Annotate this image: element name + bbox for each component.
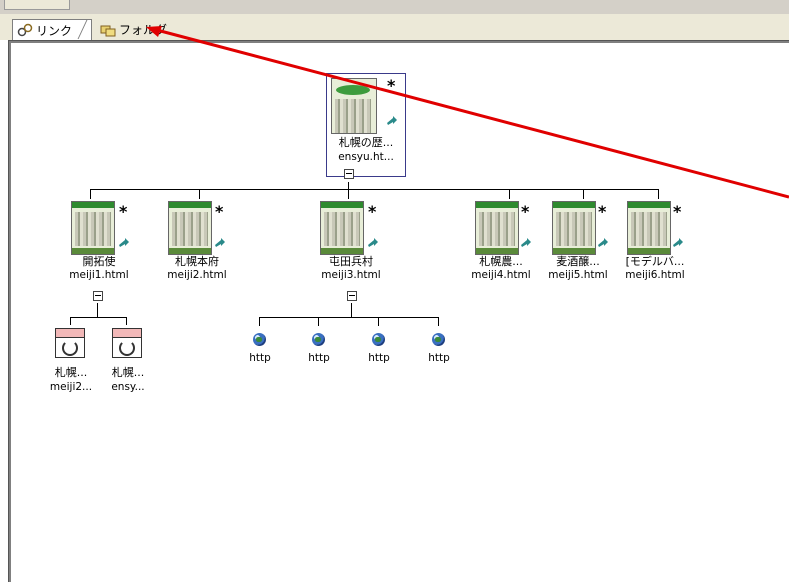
external-link-node[interactable]: http [245,331,275,371]
tab-bar: リンク フォルダ [0,14,789,40]
page-thumbnail [168,201,212,255]
modified-star-icon: * [521,202,530,221]
folder-icon [100,25,116,36]
root-file: ensyu.ht... [338,151,394,163]
broken-link-icon [55,328,85,358]
modified-star-icon: * [598,202,607,221]
page-thumbnail [320,201,364,255]
root-title: 札幌の歴... [338,136,394,149]
link-arrow-icon [119,238,129,247]
link-arrow-icon [215,238,225,247]
broken-file: meiji2... [49,381,93,393]
external-link-label: http [368,352,390,364]
link-arrow-icon [368,238,378,247]
child-title: 開拓使 [82,255,116,268]
child-node-meiji5[interactable]: * 麦酒醸... meiji5.html [546,201,626,291]
page-thumbnail [552,201,596,255]
link-arrow-icon [598,238,608,247]
globe-icon [372,333,385,346]
link-view-panel: * 札幌の歴... ensyu.ht... * 開拓使 meiji1.html … [8,40,789,582]
broken-title: 札幌... [111,366,145,379]
child-file: meiji3.html [321,269,381,281]
external-link-node[interactable]: http [424,331,454,371]
modified-star-icon: * [119,202,128,221]
broken-title: 札幌... [54,366,88,379]
link-icon [17,23,33,37]
collapse-toggle-root[interactable] [344,169,354,179]
link-arrow-icon [387,116,397,125]
external-link-node[interactable]: http [304,331,334,371]
tab-links-label: リンク [36,23,73,38]
link-arrow-icon [673,238,683,247]
child-node-meiji6[interactable]: * [モデルバ... meiji6.html [621,201,701,291]
collapse-toggle-meiji1[interactable] [93,291,103,301]
child-title: [モデルバ... [625,255,685,268]
tab-folders[interactable]: フォルダ [77,20,168,39]
page-thumbnail [627,201,671,255]
child-file: meiji6.html [625,269,685,281]
broken-link-node[interactable]: 札幌... meiji2... [49,328,93,398]
child-title: 札幌農... [479,255,523,268]
child-file: meiji5.html [548,269,608,281]
globe-icon [253,333,266,346]
modified-star-icon: * [387,76,396,95]
page-thumbnail [331,78,377,134]
child-node-meiji1[interactable]: * 開拓使 meiji1.html [59,201,139,291]
child-node-meiji3[interactable]: * 屯田兵村 meiji3.html [314,201,394,291]
child-node-meiji2[interactable]: * 札幌本府 meiji2.html [164,201,244,291]
modified-star-icon: * [673,202,682,221]
link-arrow-icon [521,238,531,247]
window-top-strip [0,0,789,15]
external-link-label: http [249,352,271,364]
modified-star-icon: * [215,202,224,221]
broken-link-icon [112,328,142,358]
child-file: meiji4.html [471,269,531,281]
child-title: 屯田兵村 [329,255,373,268]
external-link-label: http [308,352,330,364]
child-file: meiji1.html [69,269,129,281]
child-title: 札幌本府 [175,255,219,268]
broken-file: ensy... [111,381,145,393]
tab-folders-label: フォルダ [119,23,168,37]
globe-icon [312,333,325,346]
external-link-node[interactable]: http [364,331,394,371]
modified-star-icon: * [368,202,377,221]
collapse-toggle-meiji3[interactable] [347,291,357,301]
children-bus-line [90,189,658,190]
child-file: meiji2.html [167,269,227,281]
globe-icon [432,333,445,346]
page-thumbnail [475,201,519,255]
upper-tab-stub [4,0,70,10]
child-title: 麦酒醸... [556,255,600,268]
root-node[interactable]: * 札幌の歴... ensyu.ht... [326,73,406,177]
page-thumbnail [71,201,115,255]
broken-link-node[interactable]: 札幌... ensy... [106,328,150,398]
external-link-label: http [428,352,450,364]
